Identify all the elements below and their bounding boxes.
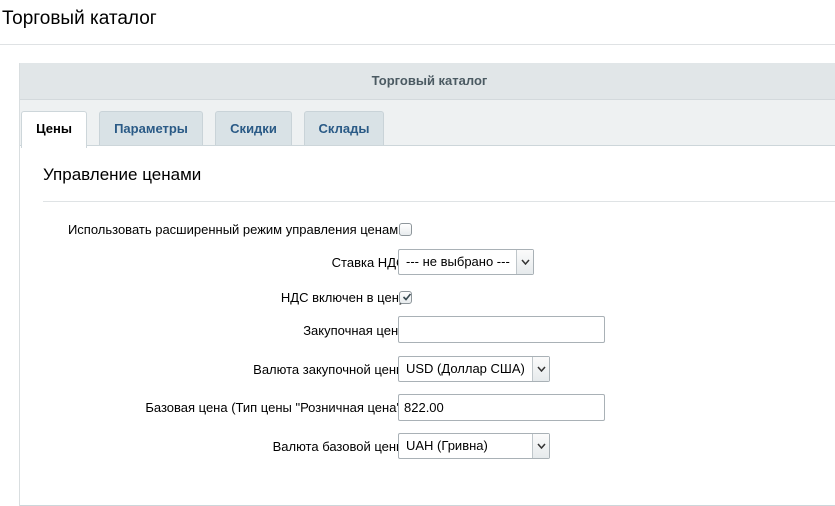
extended-mode-checkbox[interactable] — [399, 223, 412, 236]
catalog-panel: Торговый каталог Цены Параметры Скидки С… — [19, 63, 835, 506]
chevron-down-icon — [516, 250, 533, 274]
vat-rate-select[interactable]: --- не выбрано --- — [398, 249, 534, 275]
purchase-currency-label: Валюта закупочной цены: — [253, 362, 409, 377]
base-price-label: Базовая цена (Тип цены "Розничная цена")… — [145, 400, 409, 415]
base-currency-selected: UAH (Гривна) — [406, 438, 488, 453]
vat-included-checkbox[interactable] — [399, 291, 412, 304]
base-currency-select[interactable]: UAH (Гривна) — [398, 433, 550, 459]
purchase-currency-select[interactable]: USD (Доллар США) — [398, 356, 550, 382]
extended-mode-label: Использовать расширенный режим управлени… — [67, 222, 409, 237]
vat-rate-selected: --- не выбрано --- — [406, 254, 510, 269]
base-currency-label: Валюта базовой цены: — [272, 439, 409, 454]
purchase-price-input[interactable] — [398, 316, 605, 343]
title-divider — [0, 44, 835, 45]
base-price-input[interactable] — [398, 394, 605, 421]
purchase-price-label: Закупочная цена: — [303, 323, 409, 338]
section-title: Управление ценами — [43, 165, 202, 184]
tab-discounts[interactable]: Скидки — [215, 111, 292, 145]
panel-header: Торговый каталог — [20, 63, 835, 100]
purchase-currency-selected: USD (Доллар США) — [406, 361, 525, 376]
chevron-down-icon — [532, 434, 549, 458]
tab-content: Управление ценами Использовать расширенн… — [20, 145, 835, 506]
tab-warehouses[interactable]: Склады — [304, 111, 384, 145]
vat-included-label: НДС включен в цену: — [280, 290, 409, 305]
section-divider — [43, 201, 835, 202]
chevron-down-icon — [532, 357, 549, 381]
tab-parameters[interactable]: Параметры — [99, 111, 203, 145]
tab-prices[interactable]: Цены — [21, 111, 87, 148]
page-title: Торговый каталог — [2, 8, 157, 29]
